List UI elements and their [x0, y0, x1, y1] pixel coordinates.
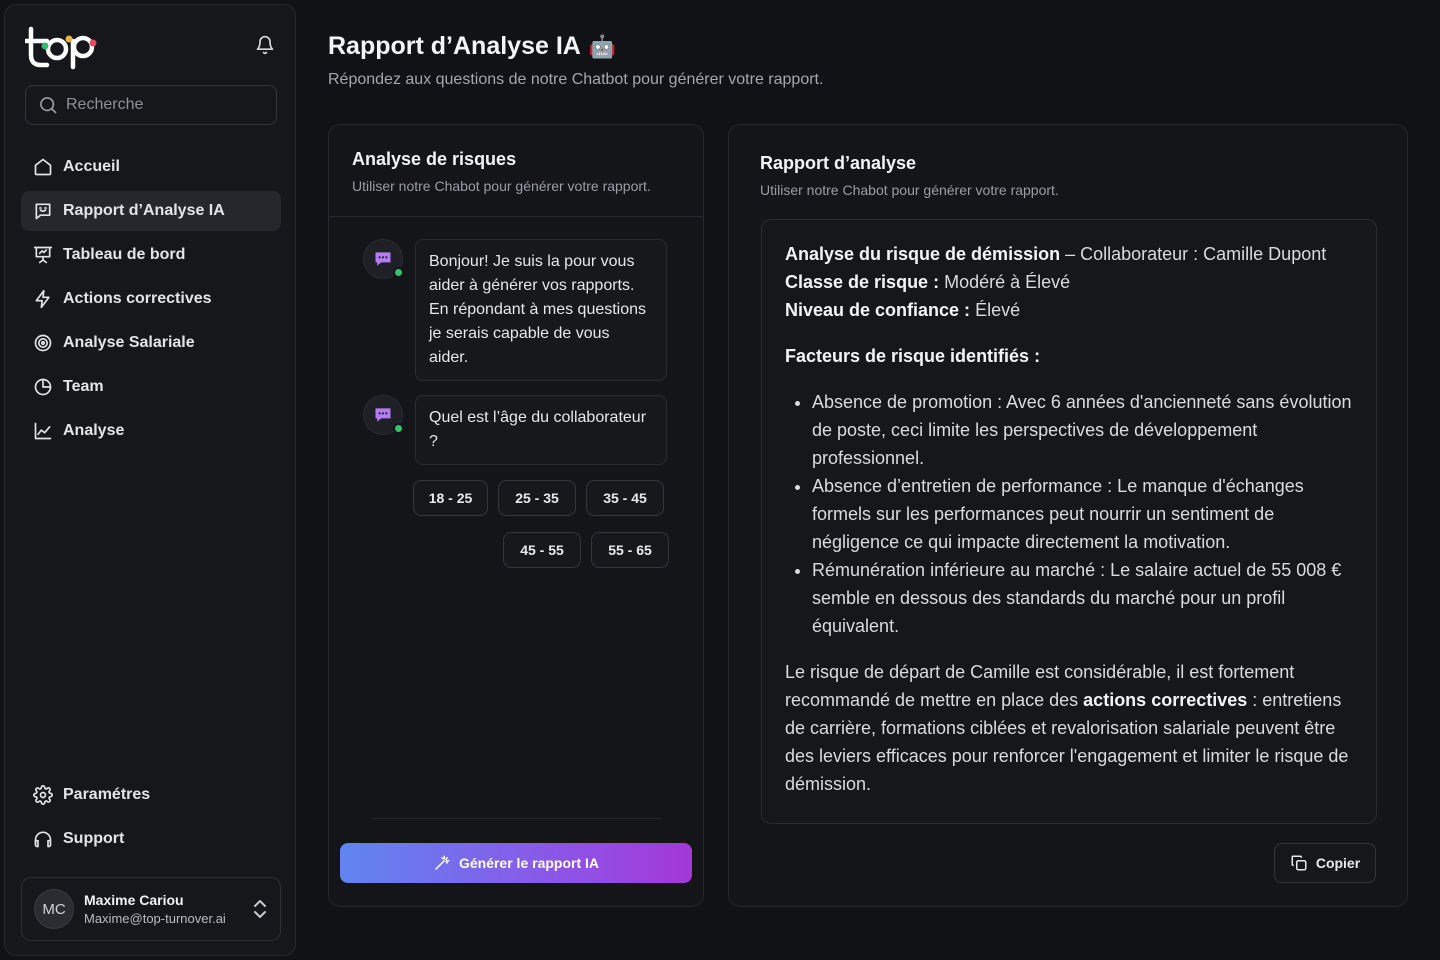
conclusion-bold: actions correctives	[1083, 690, 1248, 710]
gear-icon	[33, 785, 53, 805]
user-info: Maxime Cariou Maxime@top-turnover.ai	[84, 892, 226, 926]
secondary-nav: Paramétres Support	[21, 775, 281, 863]
message-bubble: Bonjour! Je suis la pour vous aider à gé…	[415, 239, 667, 381]
chat-card: Analyse de risques Utiliser notre Chabot…	[328, 124, 704, 907]
age-option-45-55[interactable]: 45 - 55	[503, 532, 581, 568]
nav-item-accueil[interactable]: Accueil	[21, 147, 281, 187]
chevron-up-down-icon[interactable]	[252, 898, 268, 920]
nav-item-tableau[interactable]: Tableau de bord	[21, 235, 281, 275]
nav-item-analyse[interactable]: Analyse	[21, 411, 281, 451]
report-conclusion: Le risque de départ de Camille est consi…	[785, 658, 1353, 798]
report-header: Rapport d’analyse Utiliser notre Chabot …	[729, 125, 1407, 198]
report-line-text: – Collaborateur : Camille Dupont	[1060, 244, 1327, 264]
bot-message: Quel est l’âge du collaborateur ?	[363, 395, 667, 465]
age-options-row-1: 18 - 25 25 - 35 35 - 45	[413, 480, 664, 516]
factors-title: Facteurs de risque identifiés :	[785, 342, 1353, 370]
report-line-analysis: Analyse du risque de démission – Collabo…	[785, 240, 1353, 268]
report-content: Analyse du risque de démission – Collabo…	[761, 219, 1377, 824]
line-chart-icon	[34, 422, 52, 440]
nav-label: Rapport d’Analyse IA	[63, 202, 225, 219]
nav-item-salariale[interactable]: Analyse Salariale	[21, 323, 281, 363]
factor-item: Absence de promotion : Avec 6 années d'a…	[812, 388, 1353, 472]
chat-header: Analyse de risques Utiliser notre Chabot…	[329, 125, 703, 217]
factor-item: Rémunération inférieure au marché : Le s…	[812, 556, 1353, 640]
chat-icon	[35, 203, 51, 220]
page-subtitle: Répondez aux questions de notre Chatbot …	[328, 71, 824, 88]
user-email: Maxime@top-turnover.ai	[84, 911, 226, 926]
nav-label: Analyse	[63, 422, 125, 439]
magic-wand-icon	[435, 855, 450, 870]
nav-item-parametres[interactable]: Paramétres	[21, 775, 281, 815]
chat-divider	[373, 818, 661, 819]
chat-title: Analyse de risques	[352, 149, 517, 169]
age-option-35-45[interactable]: 35 - 45	[586, 480, 664, 516]
bot-chat-icon	[375, 252, 391, 266]
copy-button[interactable]: Copier	[1274, 843, 1376, 883]
avatar: MC	[34, 889, 74, 929]
nav-label: Tableau de bord	[63, 246, 186, 263]
main-nav: Accueil Rapport d’Analyse IA Tableau de …	[21, 147, 281, 455]
search-input[interactable]	[66, 96, 266, 114]
report-line-class: Classe de risque : Modéré à Élevé	[785, 268, 1353, 296]
search-box[interactable]	[25, 85, 277, 125]
report-line-text: Élevé	[970, 300, 1021, 320]
bot-message: Bonjour! Je suis la pour vous aider à gé…	[363, 239, 667, 381]
generate-report-label: Générer le rapport IA	[458, 855, 600, 871]
factors-title-text: Facteurs de risque identifiés :	[785, 346, 1041, 366]
online-status-dot	[393, 267, 404, 278]
copy-icon	[1291, 855, 1307, 871]
top-logo[interactable]	[25, 25, 105, 71]
bot-avatar	[363, 239, 404, 279]
home-icon	[34, 158, 52, 176]
user-card[interactable]: MC Maxime Cariou Maxime@top-turnover.ai	[21, 877, 281, 941]
report-line-bold: Analyse du risque de démission	[785, 244, 1061, 264]
user-name: Maxime Cariou	[84, 892, 184, 908]
age-option-25-35[interactable]: 25 - 35	[498, 480, 576, 516]
nav-label: Support	[63, 830, 125, 847]
nav-label: Analyse Salariale	[63, 334, 195, 351]
lightning-icon	[35, 289, 50, 309]
support-icon	[34, 831, 52, 848]
search-icon	[40, 97, 57, 114]
report-line-confidence: Niveau de confiance : Élevé	[785, 296, 1353, 324]
nav-label: Actions correctives	[63, 290, 212, 307]
copy-label: Copier	[1315, 855, 1361, 871]
report-line-text: Modéré à Élevé	[939, 272, 1071, 292]
age-option-18-25[interactable]: 18 - 25	[413, 480, 488, 516]
bot-avatar	[363, 395, 404, 435]
report-subtitle: Utiliser notre Chabot pour générer votre…	[760, 182, 1059, 198]
bell-icon[interactable]	[255, 35, 275, 55]
nav-label: Accueil	[63, 158, 120, 175]
age-options-row-2: 45 - 55 55 - 65	[503, 532, 669, 568]
chat-subtitle: Utiliser notre Chabot pour générer votre…	[352, 178, 651, 194]
report-card: Rapport d’analyse Utiliser notre Chabot …	[728, 124, 1408, 907]
sidebar: Accueil Rapport d’Analyse IA Tableau de …	[4, 4, 296, 956]
pie-icon	[34, 378, 52, 396]
factors-list: Absence de promotion : Avec 6 années d'a…	[812, 388, 1353, 640]
nav-item-rapport[interactable]: Rapport d’Analyse IA	[21, 191, 281, 231]
nav-item-team[interactable]: Team	[21, 367, 281, 407]
factor-item: Absence d’entretien de performance : Le …	[812, 472, 1353, 556]
age-option-55-65[interactable]: 55 - 65	[591, 532, 669, 568]
message-bubble: Quel est l’âge du collaborateur ?	[415, 395, 667, 465]
app-root: Accueil Rapport d’Analyse IA Tableau de …	[0, 0, 1440, 960]
report-line-bold: Classe de risque :	[785, 272, 940, 292]
generate-report-button[interactable]: Générer le rapport IA	[340, 843, 692, 883]
report-line-bold: Niveau de confiance :	[785, 300, 971, 320]
page-title: Rapport d’Analyse IA 🤖	[328, 32, 616, 61]
presentation-icon	[33, 246, 53, 264]
nav-item-support[interactable]: Support	[21, 819, 281, 859]
report-title: Rapport d’analyse	[760, 153, 917, 173]
nav-label: Paramétres	[63, 786, 151, 803]
nav-item-actions[interactable]: Actions correctives	[21, 279, 281, 319]
bot-chat-icon	[375, 408, 391, 422]
target-icon	[34, 334, 52, 352]
online-status-dot	[393, 423, 404, 434]
nav-label: Team	[63, 378, 104, 395]
robot-emoji: 🤖	[588, 33, 617, 59]
page-title-text: Rapport d’Analyse IA	[328, 32, 581, 60]
